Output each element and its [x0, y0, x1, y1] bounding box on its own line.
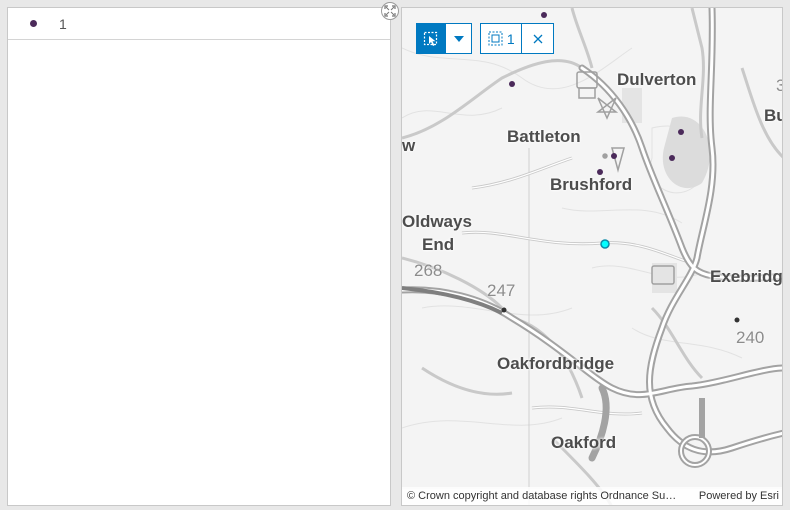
select-by-rectangle-icon: [424, 31, 438, 46]
powered-by-link[interactable]: Powered by Esri: [699, 490, 782, 502]
select-tool-group: [416, 23, 472, 54]
selection-count: 1: [506, 30, 515, 47]
chevron-down-icon: [453, 35, 464, 42]
feature-point[interactable]: [678, 129, 684, 135]
selected-feature-point[interactable]: [600, 239, 610, 249]
attribution-text: © Crown copyright and database rights Or…: [407, 490, 679, 502]
select-tool-dropdown[interactable]: [445, 24, 471, 53]
close-icon: [533, 34, 543, 43]
feature-list-panel: 1: [7, 7, 391, 506]
feature-point[interactable]: [509, 81, 515, 87]
feature-point[interactable]: [541, 12, 547, 18]
feature-point[interactable]: [611, 153, 617, 159]
list-item[interactable]: 1: [8, 8, 390, 40]
feature-point[interactable]: [597, 169, 603, 175]
feature-layer: [509, 12, 684, 249]
select-by-rectangle-button[interactable]: [417, 24, 446, 53]
list-item-label: 1: [59, 15, 67, 32]
feature-point[interactable]: [669, 155, 675, 161]
selection-rectangle-icon: [488, 31, 503, 46]
expand-button[interactable]: [381, 2, 399, 20]
selection-tool-group: 1: [480, 23, 554, 54]
map-attribution: © Crown copyright and database rights Or…: [402, 487, 782, 505]
clear-selection-button[interactable]: [522, 24, 553, 53]
feature-symbol: [30, 20, 37, 27]
expand-icon: [384, 5, 396, 17]
map-view[interactable]: Dulverton Battleton Brushford Oldways En…: [401, 7, 783, 506]
selection-count-button[interactable]: 1: [481, 24, 523, 53]
